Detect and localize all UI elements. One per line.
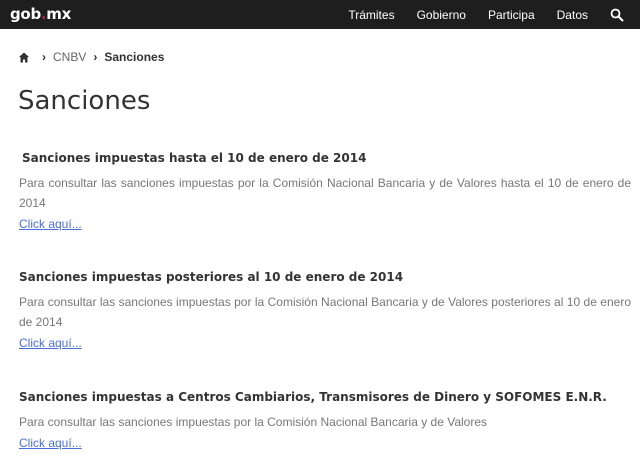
- click-here-link[interactable]: Click aquí...: [19, 336, 82, 350]
- nav-link-participa[interactable]: Participa: [488, 8, 535, 22]
- search-icon[interactable]: [610, 8, 624, 22]
- section-title: Sanciones impuestas a Centros Cambiarios…: [19, 390, 607, 404]
- click-here-link[interactable]: Click aquí...: [19, 436, 82, 450]
- section-description: Para consultar las sanciones impuestas p…: [19, 415, 488, 429]
- section-description: Para consultar las sanciones impuestas p…: [19, 295, 631, 329]
- section-hasta-2014: Sanciones impuestas hasta el 10 de enero…: [19, 150, 631, 233]
- nav-link-datos[interactable]: Datos: [557, 8, 588, 22]
- click-here-link[interactable]: Click aquí...: [19, 217, 82, 231]
- page-title: Sanciones: [18, 86, 151, 116]
- breadcrumb-separator-icon: ›: [93, 50, 98, 64]
- nav-link-tramites[interactable]: Trámites: [348, 8, 394, 22]
- nav-links: Trámites Gobierno Participa Datos: [348, 0, 640, 29]
- nav-link-gobierno[interactable]: Gobierno: [417, 8, 466, 22]
- logo-tld: mx: [46, 5, 72, 23]
- breadcrumb: › CNBV › Sanciones: [19, 50, 164, 64]
- breadcrumb-link-cnbv[interactable]: CNBV: [53, 50, 86, 64]
- section-title: Sanciones impuestas posteriores al 10 de…: [19, 270, 404, 284]
- section-description: Para consultar las sanciones impuestas p…: [19, 176, 631, 210]
- gobmx-logo[interactable]: gob.mx: [10, 5, 71, 23]
- breadcrumb-current: Sanciones: [104, 50, 165, 64]
- logo-main: gob: [10, 5, 41, 23]
- section-posteriores-2014: Sanciones impuestas posteriores al 10 de…: [19, 269, 631, 352]
- section-title: Sanciones impuestas hasta el 10 de enero…: [22, 151, 367, 165]
- home-icon[interactable]: [19, 52, 29, 63]
- section-centros-cambiarios: Sanciones impuestas a Centros Cambiarios…: [19, 389, 631, 452]
- top-navbar: gob.mx Trámites Gobierno Participa Datos: [0, 0, 640, 29]
- breadcrumb-separator-icon: ›: [42, 50, 46, 64]
